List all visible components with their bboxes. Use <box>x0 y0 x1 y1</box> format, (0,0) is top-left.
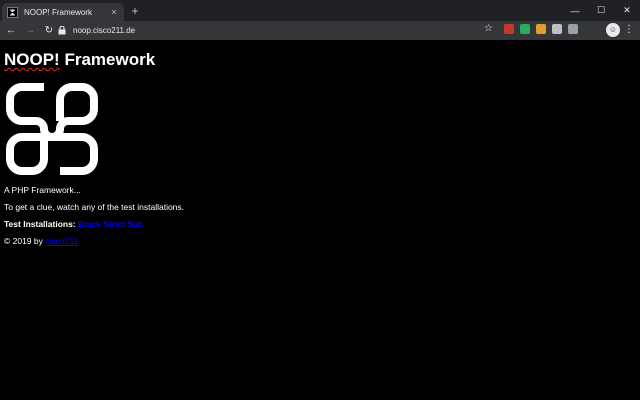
test-installations-row: Test Installations: Black Strict Sub <box>4 219 143 229</box>
close-window-button[interactable]: ✕ <box>614 0 640 21</box>
title-noop: NOOP! <box>4 50 60 69</box>
hint-text: To get a clue, watch any of the test ins… <box>4 202 185 212</box>
green-extension-icon[interactable] <box>520 24 530 34</box>
back-button[interactable]: ← <box>3 23 19 39</box>
new-tab-button[interactable]: + <box>128 4 142 18</box>
tagline-text: A PHP Framework... <box>4 185 81 195</box>
cookie-icon[interactable] <box>536 24 546 34</box>
test-installations-label: Test Installations: <box>4 219 76 229</box>
author-link[interactable]: cisco211 <box>45 236 78 246</box>
noop-logo-icon <box>6 83 98 175</box>
copyright-row: © 2019 by cisco211 <box>4 236 78 246</box>
folder-icon[interactable] <box>552 24 562 34</box>
forward-button[interactable]: → <box>22 23 38 39</box>
browser-titlebar: NOOP! Framework × + — ☐ ✕ <box>0 0 640 21</box>
test-link-sub[interactable]: Sub <box>127 219 143 229</box>
tab-title: NOOP! Framework <box>24 7 93 17</box>
lock-icon[interactable] <box>58 26 66 35</box>
page-title: NOOP! Framework <box>4 50 155 70</box>
url-text[interactable]: noop.cisco211.de <box>73 26 135 35</box>
site-favicon-icon <box>7 6 18 18</box>
tab-close-icon[interactable]: × <box>109 7 119 17</box>
shield-icon[interactable] <box>568 24 578 34</box>
copyright-text: © 2019 by <box>4 236 43 246</box>
extensions-area <box>504 24 578 34</box>
browser-menu-icon[interactable]: ⋮ <box>624 23 634 37</box>
test-link-black[interactable]: Black <box>78 219 101 229</box>
ublock-icon[interactable] <box>504 24 514 34</box>
reload-button[interactable]: ↻ <box>41 23 57 39</box>
profile-avatar[interactable]: ☺ <box>606 23 620 37</box>
browser-tab[interactable]: NOOP! Framework × <box>2 3 124 21</box>
maximize-button[interactable]: ☐ <box>588 0 614 21</box>
address-bar[interactable]: noop.cisco211.de <box>58 23 500 38</box>
title-framework: Framework <box>59 50 156 69</box>
page-content: NOOP! Framework A PHP Framework... To ge… <box>0 40 640 400</box>
browser-toolbar: ← → ↻ noop.cisco211.de ☆ ☺ ⋮ <box>0 21 640 40</box>
minimize-button[interactable]: — <box>562 0 588 21</box>
test-link-strict[interactable]: Strict <box>103 219 125 229</box>
bookmark-star-icon[interactable]: ☆ <box>484 21 493 36</box>
window-controls: — ☐ ✕ <box>562 0 640 21</box>
